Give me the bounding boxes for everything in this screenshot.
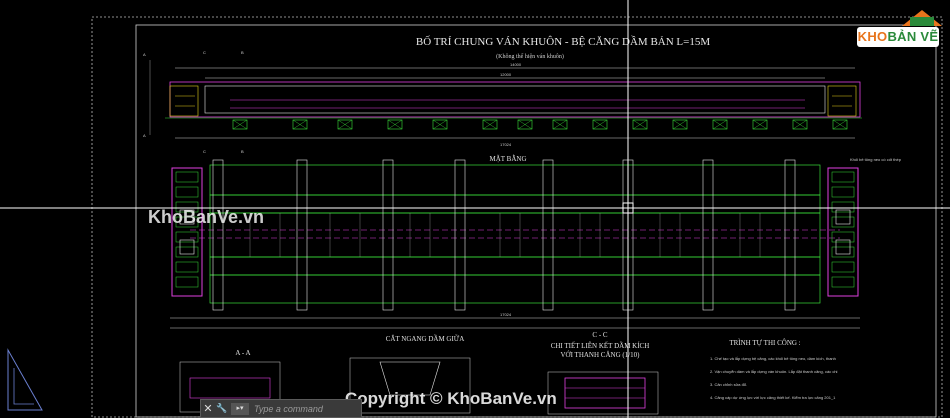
support-block	[792, 119, 808, 130]
sequence-line-1: 1. Chế tạo và lắp dựng bệ căng, các khối…	[710, 356, 836, 361]
dim-inner: 14000	[510, 62, 522, 67]
marker-b-plan: B	[241, 149, 244, 154]
support-block	[517, 119, 533, 130]
end-anchor-block	[831, 186, 855, 198]
logo-roof-inner-icon	[910, 17, 934, 26]
dim-total-top: 17024	[500, 142, 512, 147]
support-block	[292, 119, 308, 130]
end-anchor-block	[175, 171, 199, 183]
support-block	[387, 119, 403, 130]
drawing-subtitle: (Không thể hiện ván khuôn)	[496, 53, 564, 60]
end-anchor-block	[831, 216, 855, 228]
dim-total-bottom: 17024	[500, 312, 512, 317]
command-history-selector[interactable]: ▸▾	[231, 402, 249, 415]
support-block	[672, 119, 688, 130]
support-block	[482, 119, 498, 130]
plan-post	[296, 159, 308, 311]
plan-post	[382, 159, 394, 311]
support-block	[632, 119, 648, 130]
command-line[interactable]: ✕ 🔧 ▸▾ Type a command	[200, 399, 362, 418]
plan-label: MẶT BẰNG	[489, 155, 526, 163]
logo-prefix: KHO	[857, 29, 888, 44]
support-block	[337, 119, 353, 130]
support-block	[832, 119, 848, 130]
sequence-line-4: 4. Căng cáp dự ứng lực với lực căng thiế…	[710, 395, 836, 400]
sequence-line-2: 2. Vận chuyển dầm và lắp dựng ván khuôn.…	[710, 369, 838, 374]
cross-section-label: CẮT NGANG DẦM GIỮA	[386, 335, 465, 343]
annotation-right: Khối bê tông neo có cốt thép	[850, 157, 902, 162]
drawing-svg: BỐ TRÍ CHUNG VÁN KHUÔN - BỆ CĂNG DẦM BẢN…	[0, 0, 950, 418]
support-block	[232, 119, 248, 130]
plan-post	[702, 159, 714, 311]
support-block	[432, 119, 448, 130]
end-anchor-block	[831, 276, 855, 288]
sequence-title: TRÌNH TỰ THI CÔNG :	[729, 339, 800, 347]
marker-b-top: B	[241, 50, 244, 55]
marker-a-top: A	[143, 52, 146, 57]
detail-title-1: CHI TIẾT LIÊN KẾT DẦM KÍCH	[551, 342, 650, 350]
marker-c-top: C	[203, 50, 206, 55]
support-blocks	[232, 119, 848, 130]
wrench-icon[interactable]: 🔧	[215, 403, 229, 414]
end-anchor-block	[831, 171, 855, 183]
elevation-view: A A C B 14000 12000 17024	[143, 50, 862, 147]
end-anchor-block	[175, 261, 199, 273]
plan-post	[454, 159, 466, 311]
marker-c-plan: C	[203, 149, 206, 154]
end-anchor-block	[831, 261, 855, 273]
section-cc-label: C - C	[592, 331, 608, 339]
sequence-line-3: 3. Căn chỉnh sửa đổ.	[710, 382, 747, 387]
plan-post	[212, 159, 224, 311]
end-anchor-block	[831, 231, 855, 243]
watermark-copyright: Copyright © KhoBanVe.vn	[345, 389, 557, 408]
dim-inner-2: 12000	[500, 72, 512, 77]
ucs-icon	[7, 348, 43, 411]
support-block	[752, 119, 768, 130]
logo-text: KHOBẢN VẼ	[857, 27, 939, 47]
plan-posts	[212, 159, 796, 311]
support-block	[552, 119, 568, 130]
end-anchor-block	[831, 201, 855, 213]
end-anchor-block	[831, 246, 855, 258]
end-anchor-block	[175, 246, 199, 258]
end-anchor-block	[175, 186, 199, 198]
plan-post	[542, 159, 554, 311]
marker-a-bottom: A	[143, 133, 146, 138]
plan-end-details	[175, 171, 855, 288]
plan-post	[784, 159, 796, 311]
plan-view: C B MẶT BẰNG Khối bê tông neo có cốt thé…	[170, 149, 902, 329]
end-anchor-block	[175, 276, 199, 288]
support-block	[592, 119, 608, 130]
cad-drawing-canvas[interactable]: BỐ TRÍ CHUNG VÁN KHUÔN - BỆ CĂNG DẦM BẢN…	[0, 0, 950, 418]
logo-suffix: BẢN VẼ	[887, 29, 939, 44]
end-anchor-block	[175, 231, 199, 243]
watermark-center: KhoBanVe.vn	[148, 207, 264, 227]
section-aa-label: A - A	[235, 349, 250, 357]
close-icon[interactable]: ✕	[201, 402, 215, 415]
command-input[interactable]: Type a command	[251, 404, 361, 414]
drawing-title: BỐ TRÍ CHUNG VÁN KHUÔN - BỆ CĂNG DẦM BẢN…	[416, 35, 710, 48]
support-block	[712, 119, 728, 130]
